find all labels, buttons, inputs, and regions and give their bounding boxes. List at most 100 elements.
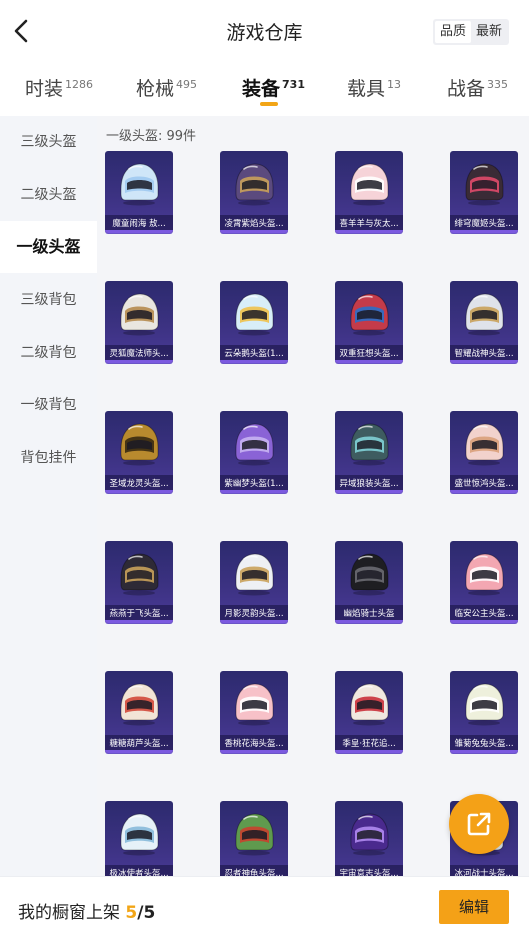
helmet-icon — [350, 553, 389, 596]
quality-bar — [220, 490, 288, 493]
subcategory-sidebar: 三级头盔 二级头盔 一级头盔 三级背包 二级背包 一级背包 背包挂件 — [0, 116, 97, 876]
sidebar-item-backpack-charm[interactable]: 背包挂件 — [0, 432, 97, 484]
share-external-icon — [467, 812, 491, 836]
tab-count: 13 — [387, 77, 402, 91]
quality-bar — [335, 230, 403, 233]
sidebar-item-level2-helmet[interactable]: 二级头盔 — [0, 169, 97, 221]
item-card[interactable]: 燕燕于飞头盔... — [105, 541, 173, 623]
warehouse-screen: 游戏仓库 品质 最新 时装 1286 枪械 495 装备 731 载具 13 战备 335… — [0, 0, 529, 937]
item-card[interactable]: 忍者神龟头盔... — [220, 801, 288, 876]
quality-bar — [450, 230, 518, 233]
sidebar-item-level3-helmet[interactable]: 三级头盔 — [0, 116, 97, 168]
active-tab-indicator — [260, 102, 278, 106]
helmet-icon — [465, 293, 504, 336]
tab-weapons[interactable]: 枪械 495 — [136, 74, 197, 101]
section-title: 一级头盔: 99件 — [106, 129, 197, 144]
tab-count: 335 — [487, 77, 509, 91]
item-name: 冰河战士头盔... — [450, 865, 518, 876]
sort-latest-option[interactable]: 最新 — [471, 21, 507, 43]
helmet-icon — [235, 813, 274, 856]
item-card[interactable]: 紫幽梦头盔(1... — [220, 411, 288, 493]
sort-quality-option[interactable]: 品质 — [434, 21, 471, 43]
edit-button[interactable]: 编辑 — [439, 890, 509, 924]
tab-supplies[interactable]: 战备 335 — [447, 74, 508, 101]
quality-bar — [335, 750, 403, 753]
helmet-icon — [120, 683, 159, 726]
item-grid-panel: 一级头盔: 99件 魔童闹海 敖... 凌霄紫焰头盔... 喜羊羊与灰太... 绯穹魔… — [97, 116, 529, 876]
helmet-icon — [350, 813, 389, 856]
helmet-icon — [235, 683, 274, 726]
quality-bar — [105, 750, 173, 753]
helmet-icon — [120, 553, 159, 596]
tab-label: 装备 — [242, 78, 281, 100]
tab-count: 731 — [282, 77, 305, 91]
quality-bar — [105, 620, 173, 623]
quality-bar — [105, 490, 173, 493]
helmet-icon — [120, 163, 159, 206]
item-card[interactable]: 喜羊羊与灰太... — [335, 151, 403, 233]
helmet-icon — [465, 683, 504, 726]
helmet-icon — [235, 293, 274, 336]
item-card[interactable]: 月影灵韵头盔... — [220, 541, 288, 623]
tab-label: 枪械 — [136, 78, 175, 100]
quality-bar — [335, 490, 403, 493]
showcase-label: 我的橱窗上架 — [18, 903, 126, 923]
quality-bar — [220, 230, 288, 233]
sidebar-item-level1-backpack[interactable]: 一级背包 — [0, 379, 97, 431]
item-card[interactable]: 云朵鹅头盔(1... — [220, 281, 288, 363]
showcase-status: 我的橱窗上架 5/5 — [18, 898, 155, 923]
tab-count: 1286 — [65, 77, 94, 91]
helmet-icon — [465, 423, 504, 466]
helmet-icon — [120, 813, 159, 856]
item-card[interactable]: 异域狼装头盔... — [335, 411, 403, 493]
helmet-icon — [350, 293, 389, 336]
tab-vehicles[interactable]: 载具 13 — [347, 74, 401, 101]
item-card[interactable]: 雏菊兔兔头盔... — [450, 671, 518, 753]
item-card[interactable]: 宇宙意志头盔... — [335, 801, 403, 876]
helmet-icon — [120, 293, 159, 336]
item-name: 宇宙意志头盔... — [335, 865, 403, 876]
quality-bar — [450, 620, 518, 623]
bottom-bar: 我的橱窗上架 5/5 编辑 — [0, 876, 529, 937]
tab-label: 战备 — [447, 78, 486, 100]
item-name: 忍者神龟头盔... — [220, 865, 288, 876]
item-card[interactable]: 季皇·狂花追... — [335, 671, 403, 753]
item-card[interactable]: 临安公主头盔... — [450, 541, 518, 623]
share-button[interactable] — [449, 794, 509, 854]
item-name: 极冰使者头盔... — [105, 865, 173, 876]
helmet-icon — [465, 163, 504, 206]
sort-toggle: 品质 最新 — [432, 19, 509, 45]
category-tabs: 时装 1286 枪械 495 装备 731 载具 13 战备 335 — [0, 62, 529, 116]
item-card[interactable]: 极冰使者头盔... — [105, 801, 173, 876]
sidebar-item-level2-backpack[interactable]: 二级背包 — [0, 327, 97, 379]
item-card[interactable]: 魔童闹海 敖... — [105, 151, 173, 233]
item-card[interactable]: 灵狐魔法师头... — [105, 281, 173, 363]
quality-bar — [450, 490, 518, 493]
item-card[interactable]: 糖糖葫芦头盔... — [105, 671, 173, 753]
quality-bar — [335, 360, 403, 363]
sidebar-item-level3-backpack[interactable]: 三级背包 — [0, 274, 97, 326]
item-card[interactable]: 双重狂想头盔... — [335, 281, 403, 363]
quality-bar — [450, 360, 518, 363]
item-card[interactable]: 凌霄紫焰头盔... — [220, 151, 288, 233]
helmet-icon — [350, 163, 389, 206]
tab-label: 时装 — [25, 78, 64, 100]
item-card[interactable]: 绯穹魔姬头盔... — [450, 151, 518, 233]
helmet-icon — [350, 423, 389, 466]
helmet-icon — [465, 553, 504, 596]
quality-bar — [450, 750, 518, 753]
top-bar: 游戏仓库 品质 最新 — [0, 0, 529, 62]
tab-fashion[interactable]: 时装 1286 — [25, 74, 93, 101]
tab-equipment[interactable]: 装备 731 — [242, 74, 305, 101]
item-card[interactable]: 香桃花海头盔... — [220, 671, 288, 753]
showcase-current-count: 5 — [125, 903, 138, 923]
item-card[interactable]: 盛世惊鸿头盔... — [450, 411, 518, 493]
helmet-icon — [235, 423, 274, 466]
helmet-icon — [350, 683, 389, 726]
item-card[interactable]: 幽焰骑士头盔 — [335, 541, 403, 623]
sidebar-item-level1-helmet[interactable]: 一级头盔 — [0, 221, 97, 273]
item-card[interactable]: 圣域龙灵头盔... — [105, 411, 173, 493]
helmet-icon — [235, 553, 274, 596]
item-card[interactable]: 智耀战神头盔... — [450, 281, 518, 363]
quality-bar — [335, 620, 403, 623]
